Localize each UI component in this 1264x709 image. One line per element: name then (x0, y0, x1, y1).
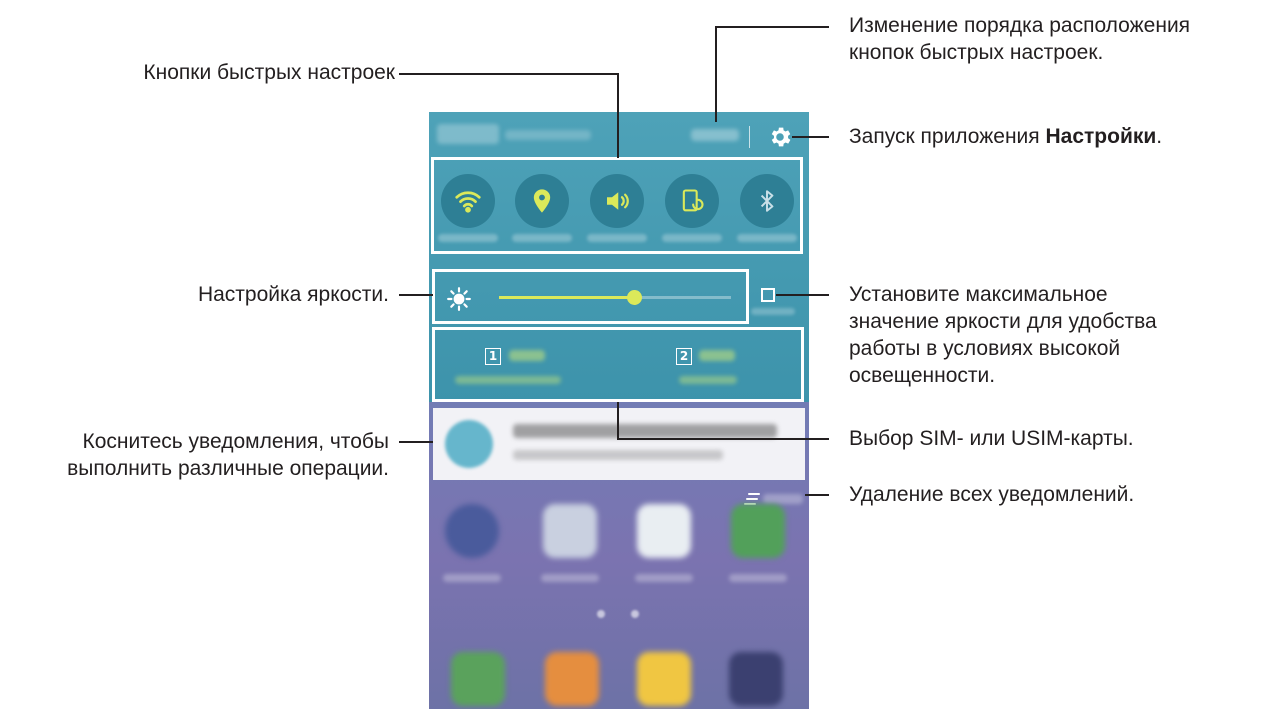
sound-label (587, 234, 647, 242)
callout-outdoor-line1: Установите максимальное (849, 283, 1108, 306)
wifi-icon (455, 191, 481, 213)
callout-settings-bold: Настройки (1045, 125, 1157, 148)
callout-outdoor-line3: работы в условиях высокой (849, 337, 1121, 360)
sound-toggle[interactable] (590, 174, 644, 228)
notification-subtitle (513, 450, 723, 460)
leader-reorder-h (715, 26, 829, 28)
screen-rotation-label (662, 234, 722, 242)
brightness-icon (447, 287, 471, 311)
app-label (635, 574, 693, 582)
callout-sim: Выбор SIM- или USIM-карты. (849, 427, 1134, 450)
sim2-name (699, 350, 735, 361)
callout-reorder-line2: кнопок быстрых настроек. (849, 41, 1104, 64)
leader-sim-v (617, 402, 619, 440)
sim1-status (455, 376, 561, 384)
leader-sim-h (617, 438, 829, 440)
brightness-slider[interactable] (499, 290, 731, 305)
brightness-fill (499, 296, 634, 299)
callout-quick-buttons: Кнопки быстрых настроек (143, 61, 395, 84)
callout-brightness: Настройка яркости. (197, 283, 389, 306)
callout-reorder: Изменение порядка расположения кнопок бы… (849, 12, 1190, 66)
leader-quick-buttons-v (617, 73, 619, 158)
bluetooth-icon (760, 190, 774, 212)
sound-icon (607, 192, 629, 210)
screen-rotation-toggle[interactable] (665, 174, 719, 228)
notification-title (513, 424, 777, 438)
sim1-badge[interactable]: 1 (485, 348, 501, 365)
leader-outdoor (776, 294, 829, 296)
callout-settings-suffix: . (1156, 125, 1163, 148)
messages-icon[interactable] (637, 652, 691, 706)
page-indicator-dot (631, 610, 639, 618)
callout-reorder-line1: Изменение порядка расположения (849, 14, 1191, 37)
edit-quick-settings-button[interactable] (691, 129, 739, 141)
callout-settings: Запуск приложения Настройки. (849, 123, 1162, 150)
leader-reorder-v (715, 26, 717, 122)
google-folder-icon[interactable] (731, 504, 785, 558)
callout-outdoor: Установите максимальное значение яркости… (849, 281, 1157, 389)
apps-icon[interactable] (729, 652, 783, 706)
callout-notification-line2: выполнить различные операции. (67, 457, 389, 480)
camera-icon[interactable] (543, 504, 597, 558)
status-date (505, 130, 591, 140)
phone-screen: 1 2 (429, 112, 809, 709)
callout-clear: Удаление всех уведомлений. (849, 483, 1135, 506)
app-label (729, 574, 787, 582)
bluetooth-label (737, 234, 797, 242)
status-time (437, 124, 499, 144)
contacts-icon[interactable] (545, 652, 599, 706)
outdoor-mode-checkbox[interactable] (761, 288, 775, 302)
sim1-name (509, 350, 545, 361)
clear-all-button[interactable] (763, 494, 803, 504)
sim2-badge[interactable]: 2 (676, 348, 692, 365)
phone-icon[interactable] (451, 652, 505, 706)
leader-brightness (399, 294, 433, 296)
settings-gear-icon[interactable] (767, 124, 793, 150)
location-toggle[interactable] (515, 174, 569, 228)
app-label (443, 574, 501, 582)
wifi-toggle[interactable] (441, 174, 495, 228)
leader-clear (805, 494, 829, 496)
usb-notification-icon (445, 420, 493, 468)
wifi-label (438, 234, 498, 242)
callout-notification-line1: Коснитесь уведомления, чтобы (82, 430, 389, 453)
outdoor-mode-label (751, 308, 795, 315)
app-label (541, 574, 599, 582)
location-label (512, 234, 572, 242)
brightness-knob[interactable] (626, 290, 642, 305)
callout-outdoor-line2: значение яркости для удобства (849, 310, 1157, 333)
callout-outdoor-line4: освещенности. (849, 364, 996, 387)
location-icon (533, 189, 551, 213)
callout-settings-prefix: Запуск приложения (849, 125, 1046, 148)
header-divider (749, 126, 750, 148)
leader-settings (792, 136, 829, 138)
callout-notification: Коснитесь уведомления, чтобы выполнить р… (67, 428, 389, 482)
play-store-icon[interactable] (637, 504, 691, 558)
sim2-status (679, 376, 737, 384)
leader-notification (399, 441, 433, 443)
screen-rotation-icon (682, 189, 704, 212)
internet-icon[interactable] (445, 504, 499, 558)
page-indicator-dot (597, 610, 605, 618)
bluetooth-toggle[interactable] (740, 174, 794, 228)
leader-quick-buttons-h (399, 73, 619, 75)
notification-card[interactable] (433, 408, 805, 480)
